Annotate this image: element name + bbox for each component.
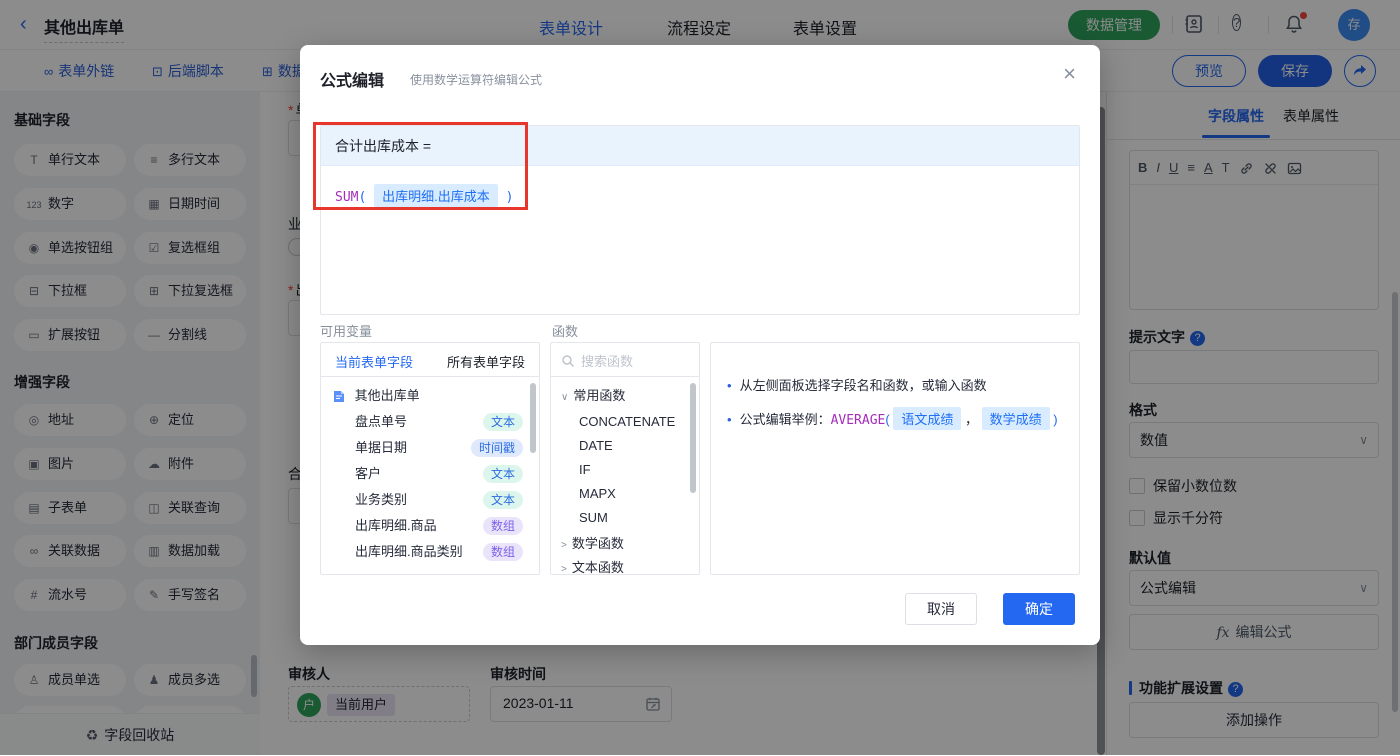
function-item[interactable]: IF xyxy=(551,457,699,483)
search-placeholder: 搜索函数 xyxy=(581,354,634,369)
tab-all-form-fields[interactable]: 所有表单字段 xyxy=(447,352,525,371)
cancel-button[interactable]: 取消 xyxy=(905,593,977,625)
hint-line-1: • 从左侧面板选择字段名和函数，或输入函数 xyxy=(727,378,987,393)
type-tag: 文本 xyxy=(482,413,523,431)
function-item[interactable]: DATE xyxy=(551,433,699,459)
variable-row[interactable]: 业务类别 文本 xyxy=(321,487,539,513)
modal-title: 公式编辑 xyxy=(320,73,385,90)
type-tag: 时间戳 xyxy=(470,439,523,457)
function-group-text[interactable]: > 文本函数 xyxy=(551,555,699,575)
chevron-down-icon: ∨ xyxy=(561,392,569,403)
functions-scrollbar[interactable] xyxy=(690,383,696,493)
type-tag: 数组 xyxy=(482,543,523,561)
chevron-right-icon: > xyxy=(561,540,567,551)
function-group-common[interactable]: ∨ 常用函数 xyxy=(551,383,699,409)
example-chip: 语文成绩 xyxy=(893,407,962,430)
formula-expression[interactable]: SUM( 出库明细.出库成本 ) xyxy=(321,166,1079,225)
variables-scrollbar[interactable] xyxy=(530,383,536,453)
form-doc-icon xyxy=(333,388,345,403)
variable-row[interactable]: 出库明细.商品类别 数组 xyxy=(321,539,539,565)
variable-row[interactable]: 单据日期 时间戳 xyxy=(321,435,539,461)
field-chip[interactable]: 出库明细.出库成本 xyxy=(374,184,498,207)
modal-subtitle: 使用数学运算符编辑公式 xyxy=(410,73,543,87)
variable-row[interactable]: 出库明细.商品 数组 xyxy=(321,513,539,539)
function-keyword: AVERAGE xyxy=(830,413,886,428)
functions-panel: 搜索函数 ∨ 常用函数 CONCATENATE DATE IF MAPX SUM … xyxy=(550,342,700,575)
confirm-button[interactable]: 确定 xyxy=(1003,593,1075,625)
close-icon[interactable]: × xyxy=(1063,63,1076,85)
hint-line-2: • 公式编辑举例：AVERAGE( 语文成绩 ， 数学成绩 ) xyxy=(727,407,1067,430)
hint-panel: • 从左侧面板选择字段名和函数，或输入函数 • 公式编辑举例：AVERAGE( 语文… xyxy=(710,342,1080,575)
function-group-math[interactable]: > 数学函数 xyxy=(551,531,699,557)
formula-target-row: 合计出库成本 = xyxy=(321,126,1079,166)
variables-panel: 当前表单字段 所有表单字段 其他出库单 盘点单号 文本 单据日期 时间戳 客户 文本 … xyxy=(320,342,540,575)
type-tag: 数组 xyxy=(482,517,523,535)
example-chip: 数学成绩 xyxy=(981,407,1050,430)
function-item[interactable]: MAPX xyxy=(551,481,699,507)
search-icon xyxy=(561,352,575,370)
variable-row[interactable]: 客户 文本 xyxy=(321,461,539,487)
chevron-right-icon: > xyxy=(561,564,567,575)
type-tag: 文本 xyxy=(482,465,523,483)
tab-current-form-fields[interactable]: 当前表单字段 xyxy=(335,352,413,371)
formula-edit-modal: 公式编辑 使用数学运算符编辑公式 × 合计出库成本 = SUM( 出库明细.出库… xyxy=(300,45,1100,645)
function-item[interactable]: CONCATENATE xyxy=(551,409,699,435)
variables-tabs: 当前表单字段 所有表单字段 xyxy=(321,343,539,377)
function-search[interactable]: 搜索函数 xyxy=(551,343,699,377)
type-tag: 文本 xyxy=(482,491,523,509)
variables-label: 可用变量 xyxy=(320,324,373,339)
function-item[interactable]: SUM xyxy=(551,505,699,531)
tree-root[interactable]: 其他出库单 xyxy=(321,383,539,409)
function-keyword: SUM xyxy=(335,190,359,205)
formula-editor[interactable]: 合计出库成本 = SUM( 出库明细.出库成本 ) xyxy=(320,125,1080,315)
functions-label: 函数 xyxy=(552,324,579,339)
variable-row[interactable]: 盘点单号 文本 xyxy=(321,409,539,435)
